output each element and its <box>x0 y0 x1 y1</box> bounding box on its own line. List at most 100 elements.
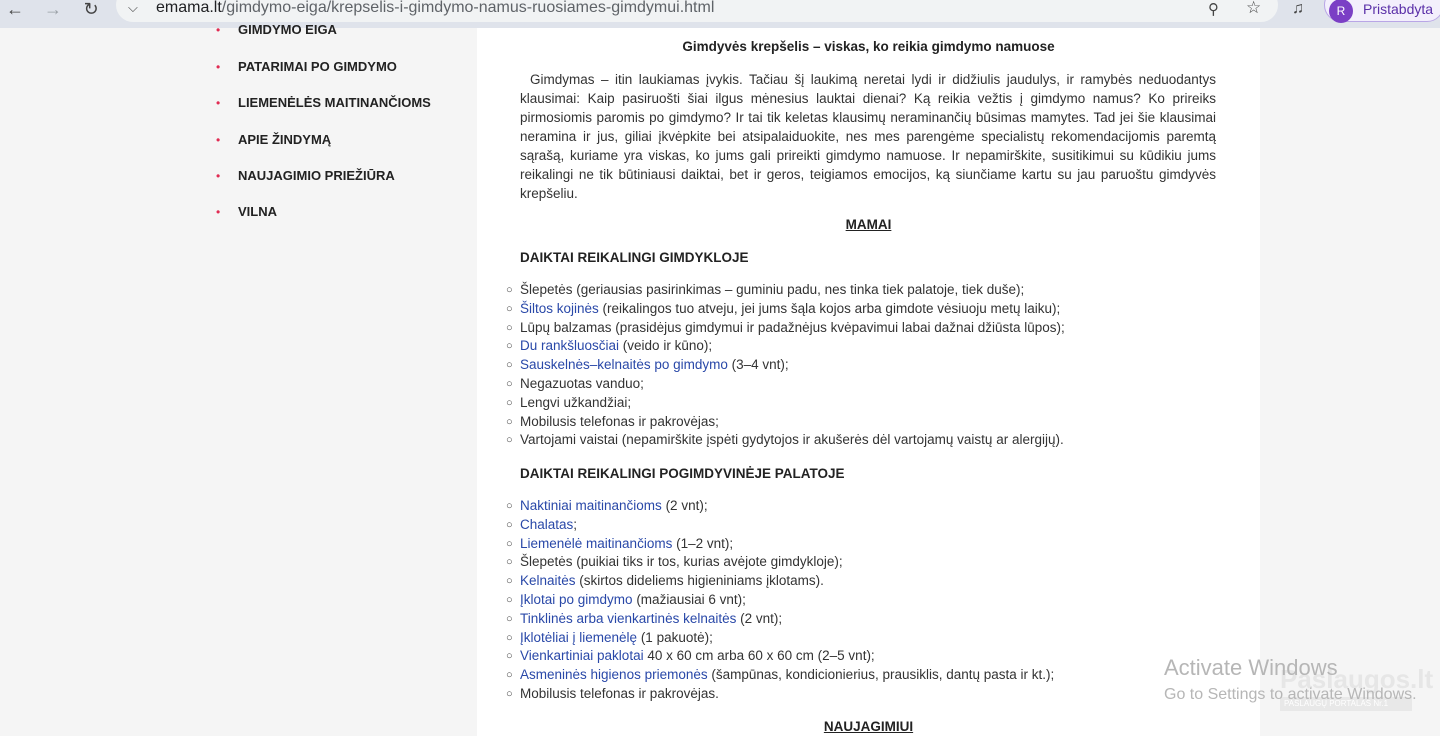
list-bullet-icon: ○ <box>506 631 513 644</box>
list-item[interactable]: ○ Du rankšluosčiai (veido ir kūno); <box>506 337 1065 356</box>
sidebar-item-label: LIEMENĖLĖS MAITINANČIOMS <box>238 95 431 110</box>
list-item[interactable]: ○ Naktiniai maitinančioms (2 vnt); <box>506 497 1054 516</box>
list-item-text: (skirtos dideliems higieniniams įklotams… <box>575 573 824 589</box>
list-bullet-icon: ○ <box>506 556 513 569</box>
list-item-text: Negazuotas vanduo; <box>520 375 644 391</box>
list-item-link[interactable]: Tinklinės arba vienkartinės kelnaitės <box>520 611 736 626</box>
list-item-link[interactable]: Vienkartiniai paklotai <box>520 648 644 663</box>
sidebar-item-liemeneles[interactable]: • LIEMENĖLĖS MAITINANČIOMS <box>200 95 460 115</box>
list-bullet-icon: ○ <box>506 500 513 512</box>
list-bullet-icon: ○ <box>506 687 513 700</box>
list-item[interactable]: ○ Liemenėlė maitinančioms (1–2 vnt); <box>506 535 1054 554</box>
list-bullet-icon: ○ <box>506 518 513 531</box>
list-item-text: Vartojami vaistai (nepamirškite įspėti g… <box>520 432 1064 448</box>
list-item[interactable]: ○ Vienkartiniai paklotai 40 x 60 cm arba … <box>506 647 1054 666</box>
url-path: /gimdymo-eiga/krepselis-i-gimdymo-namus-… <box>221 0 715 16</box>
list-bullet-icon: ○ <box>506 415 513 428</box>
sidebar-item-gimdymo-eiga[interactable]: • GIMDYMO EIGA <box>200 22 460 42</box>
sidebar-item-label: PATARIMAI PO GIMDYMO <box>238 59 397 74</box>
list-bullet-icon: ○ <box>506 396 513 409</box>
list-item-text: (mažiausiai 6 vnt); <box>632 591 746 607</box>
list-item-text: ; <box>573 516 578 532</box>
list-item-text: (1 pakuotė); <box>637 629 713 645</box>
list-item: ○ Šlepetės (geriausias pasirinkimas – gum… <box>506 281 1065 300</box>
sidebar-item-patarimai[interactable]: • PATARIMAI PO GIMDYMO <box>200 59 460 79</box>
article-title: Gimdyvės krepšelis – viskas, ko reikia g… <box>682 39 1055 54</box>
list-item: ○ Mobilusis telefonas ir pakrovėjas. <box>506 685 1054 704</box>
sidebar-item-vilna[interactable]: • VILNA <box>200 204 460 224</box>
bullet-icon: • <box>216 60 221 74</box>
chevron-down-icon[interactable]: ⌵ <box>128 0 138 16</box>
bullet-icon: • <box>216 133 221 147</box>
list-item[interactable]: ○ Sauskelnės–kelnaitės po gimdymo (3–4 vn… <box>506 356 1065 375</box>
list-bullet-icon: ○ <box>506 434 513 447</box>
list-item-text: Šlepetės (geriausias pasirinkimas – gumi… <box>520 282 1025 297</box>
list-item-text: (šampūnas, kondicionierius, prausiklis, … <box>707 667 1055 683</box>
bullet-icon: • <box>216 96 221 110</box>
sidebar-item-label: VILNA <box>238 204 277 219</box>
list-item[interactable]: ○ Šiltos kojinės (reikalingos tuo atveju,… <box>506 300 1065 319</box>
article-panel: Gimdyvės krepšelis – viskas, ko reikia g… <box>477 28 1260 736</box>
list-item-link[interactable]: Liemenėlė maitinančioms <box>520 536 672 551</box>
list-bullet-icon: ○ <box>506 593 513 606</box>
list-item-link[interactable]: Įklotai po gimdymo <box>520 592 633 607</box>
list-item-text: Mobilusis telefonas ir pakrovėjas; <box>520 413 719 429</box>
list-item-text: (2 vnt); <box>736 610 783 626</box>
bullet-icon: • <box>216 169 221 183</box>
url-text[interactable]: emama.lt/gimdymo-eiga/krepselis-i-gimdym… <box>156 0 714 17</box>
list-item-text: Lūpų balzamas (prasidėjus gimdymui ir pa… <box>520 319 1065 335</box>
reload-icon[interactable]: ↻ <box>80 0 102 20</box>
activate-windows-title: Activate Windows <box>1164 655 1338 680</box>
list-item-link[interactable]: Kelnaitės <box>520 573 576 588</box>
list-item[interactable]: ○ Įklotėliai į liemenėlę (1 pakuotė); <box>506 629 1054 648</box>
list-item-link[interactable]: Šiltos kojinės <box>520 301 599 316</box>
list-item[interactable]: ○ Chalatas; <box>506 516 1054 535</box>
forward-arrow-icon[interactable]: → <box>42 0 64 20</box>
list-bullet-icon: ○ <box>506 377 513 390</box>
list-item: ○ Vartojami vaistai (nepamirškite įspėti … <box>506 431 1065 450</box>
profile-button[interactable]: R Pristabdyta <box>1324 0 1440 23</box>
sidebar-item-label: NAUJAGIMIO PRIEŽIŪRA <box>238 168 395 183</box>
list-item[interactable]: ○ Tinklinės arba vienkartinės kelnaitės (… <box>506 610 1054 629</box>
list-item-text: (veido ir kūno); <box>619 338 713 354</box>
list-item[interactable]: ○ Asmeninės higienos priemonės (šampūnas,… <box>506 666 1055 685</box>
list-bullet-icon: ○ <box>506 575 513 588</box>
list-gimdykloje: ○ Šlepetės (geriausias pasirinkimas – gum… <box>506 281 1065 450</box>
section-title-mamai: MAMAI <box>845 217 892 232</box>
sidebar-item-zindymas[interactable]: • APIE ŽINDYMĄ <box>200 132 460 152</box>
section-title-naujagimiui: NAUJAGIMIUI <box>823 719 914 734</box>
list-item-link[interactable]: Įklotėliai į liemenėlę <box>520 630 637 645</box>
list-item: ○ Negazuotas vanduo; <box>506 375 1065 394</box>
address-bar[interactable]: ⌵ emama.lt/gimdymo-eiga/krepselis-i-gimd… <box>116 0 1278 22</box>
list-bullet-icon: ○ <box>506 650 513 663</box>
list-bullet-icon: ○ <box>506 284 513 296</box>
list-item-link[interactable]: Du rankšluosčiai <box>520 338 619 353</box>
list-item[interactable]: ○ Kelnaitės (skirtos dideliems higieninia… <box>506 572 1054 591</box>
list-bullet-icon: ○ <box>506 669 513 682</box>
sidebar-item-label: APIE ŽINDYMĄ <box>238 132 332 147</box>
sidebar-item-naujagimio[interactable]: • NAUJAGIMIO PRIEŽIŪRA <box>200 168 460 188</box>
heading-palatoje: DAIKTAI REIKALINGI POGIMDYVINĖJE PALATOJ… <box>520 466 845 481</box>
list-item-link[interactable]: Asmeninės higienos priemonės <box>520 667 708 682</box>
list-bullet-icon: ○ <box>506 612 513 625</box>
list-item-link[interactable]: Chalatas <box>520 517 573 532</box>
list-item-text: 40 x 60 cm arba 60 x 60 cm (2–5 vnt); <box>643 648 875 664</box>
url-domain: emama.lt <box>156 0 222 16</box>
bullet-icon: • <box>216 23 221 37</box>
list-item: ○ Lengvi užkandžiai; <box>506 394 1065 413</box>
list-item-text: Šlepetės (puikiai tiks ir tos, kurias av… <box>520 554 843 570</box>
media-control-icon[interactable]: ♫ <box>1292 0 1304 18</box>
zoom-icon[interactable]: ⚲ <box>1208 0 1219 18</box>
list-palatoje: ○ Naktiniai maitinančioms (2 vnt); ○ Chalat… <box>506 497 1055 704</box>
list-item-link[interactable]: Sauskelnės–kelnaitės po gimdymo <box>520 357 728 372</box>
list-bullet-icon: ○ <box>506 302 513 315</box>
list-bullet-icon: ○ <box>506 359 513 372</box>
list-item: ○ Mobilusis telefonas ir pakrovėjas; <box>506 413 1065 432</box>
star-icon[interactable]: ☆ <box>1246 0 1261 18</box>
profile-status-label: Pristabdyta <box>1363 1 1434 17</box>
list-item-link[interactable]: Naktiniai maitinančioms <box>520 498 662 513</box>
list-item-text: (3–4 vnt); <box>727 357 789 373</box>
list-item[interactable]: ○ Įklotai po gimdymo (mažiausiai 6 vnt); <box>506 591 1054 610</box>
list-bullet-icon: ○ <box>506 321 513 334</box>
back-arrow-icon[interactable]: ← <box>4 0 26 20</box>
